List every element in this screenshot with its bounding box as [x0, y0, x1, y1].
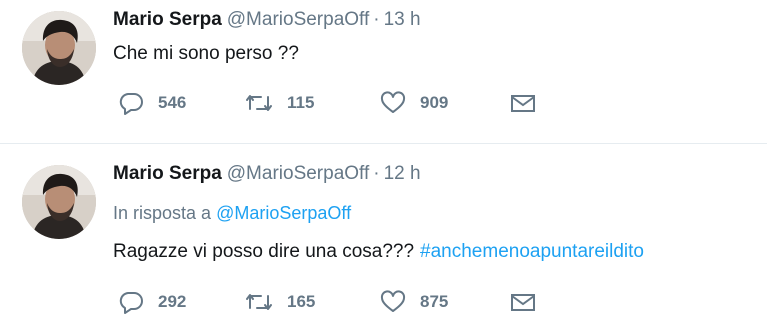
reply-context: In risposta a @MarioSerpaOff — [113, 203, 351, 224]
direct-message-button[interactable] — [510, 289, 536, 315]
author-handle[interactable]: @MarioSerpaOff — [227, 163, 370, 184]
reply-button[interactable]: 546 — [118, 90, 186, 116]
tweet-text: Ragazze vi posso dire una cosa??? #anchem… — [113, 240, 644, 264]
avatar[interactable] — [22, 11, 96, 85]
envelope-icon — [510, 291, 536, 313]
author-handle[interactable]: @MarioSerpaOff — [227, 9, 370, 30]
envelope-icon — [510, 92, 536, 114]
tweet-actions: 546 115 909 — [118, 90, 558, 116]
like-count: 875 — [420, 292, 449, 311]
tweet[interactable]: Mario Serpa @MarioSerpaOff · 13 h Che mi so… — [0, 0, 767, 144]
retweet-count: 115 — [287, 93, 315, 112]
tweet-text: Che mi sono perso ?? — [113, 42, 299, 66]
reply-to-label: In risposta a — [113, 203, 212, 223]
avatar[interactable] — [22, 165, 96, 239]
reply-icon — [118, 290, 144, 314]
like-button[interactable]: 875 — [380, 289, 448, 315]
reply-icon — [118, 91, 144, 115]
retweet-count: 165 — [287, 292, 316, 311]
retweet-button[interactable]: 115 — [245, 90, 314, 116]
tweet-header: Mario Serpa @MarioSerpaOff · 12 h — [113, 162, 421, 186]
retweet-icon — [245, 92, 273, 114]
reply-count: 292 — [158, 292, 187, 311]
like-button[interactable]: 909 — [380, 90, 448, 116]
heart-icon — [380, 91, 406, 115]
separator-dot: · — [373, 9, 380, 30]
retweet-icon — [245, 291, 273, 313]
tweet-actions: 292 165 875 — [118, 289, 558, 315]
reply-to-mention[interactable]: @MarioSerpaOff — [216, 203, 351, 223]
direct-message-button[interactable] — [510, 90, 536, 116]
tweet-feed: Mario Serpa @MarioSerpaOff · 13 h Che mi so… — [0, 0, 767, 332]
reply-button[interactable]: 292 — [118, 289, 186, 315]
like-count: 909 — [420, 93, 449, 112]
tweet-timestamp[interactable]: 12 h — [384, 163, 421, 184]
tweet-text-body: Che mi sono perso ?? — [113, 43, 299, 64]
tweet-text-body: Ragazze vi posso dire una cosa??? — [113, 241, 415, 262]
reply-count: 546 — [158, 93, 187, 112]
separator-dot: · — [373, 163, 380, 184]
retweet-button[interactable]: 165 — [245, 289, 315, 315]
hashtag-link[interactable]: #anchemenoapuntareildito — [420, 241, 644, 262]
author-name[interactable]: Mario Serpa — [113, 9, 222, 30]
author-name[interactable]: Mario Serpa — [113, 163, 222, 184]
tweet[interactable]: Mario Serpa @MarioSerpaOff · 12 h In rispos… — [0, 144, 767, 332]
tweet-header: Mario Serpa @MarioSerpaOff · 13 h — [113, 8, 421, 32]
heart-icon — [380, 290, 406, 314]
tweet-timestamp[interactable]: 13 h — [384, 9, 421, 30]
